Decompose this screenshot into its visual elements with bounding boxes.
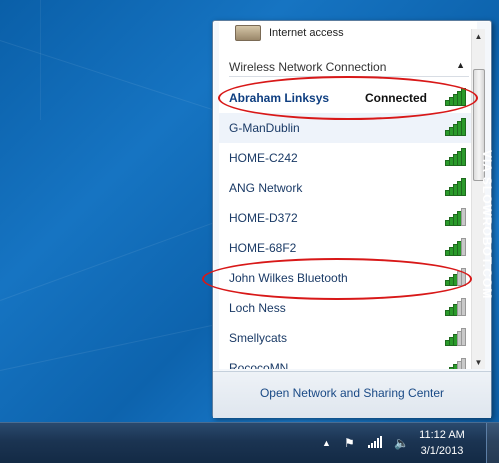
network-name: HOME-C242 <box>229 151 298 165</box>
scroll-down-arrow-icon[interactable]: ▼ <box>472 357 485 369</box>
show-hidden-icons-icon[interactable]: ▲ <box>322 438 331 448</box>
network-signal-icon[interactable] <box>368 436 382 451</box>
network-name: RococoMN <box>229 361 289 369</box>
collapse-caret-icon[interactable]: ▲ <box>456 60 465 70</box>
network-item[interactable]: Smellycats <box>219 323 477 353</box>
network-item[interactable]: ANG Network <box>219 173 477 203</box>
flyout-footer: Open Network and Sharing Center <box>213 371 491 418</box>
wireless-section-header[interactable]: Wireless Network Connection ▲ <box>219 57 477 77</box>
signal-strength-icon <box>445 118 467 136</box>
desktop-streak <box>40 0 41 120</box>
signal-strength-icon <box>445 208 467 226</box>
signal-strength-icon <box>445 148 467 166</box>
network-name: Smellycats <box>229 331 288 345</box>
show-desktop-button[interactable] <box>486 423 499 463</box>
internet-access-label: Internet access <box>269 27 344 39</box>
taskbar: ▲ ⚑ 🔈 11:12 AM 3/1/2013 <box>0 422 499 463</box>
annotation-circle-bluetooth <box>202 258 472 300</box>
internet-icon <box>235 25 261 41</box>
clock-date[interactable]: 3/1/2013 <box>412 445 472 457</box>
network-name: HOME-D372 <box>229 211 298 225</box>
network-name: G-ManDublin <box>229 121 300 135</box>
open-network-sharing-center-link[interactable]: Open Network and Sharing Center <box>213 386 491 400</box>
signal-strength-icon <box>445 238 467 256</box>
internet-access-row: Internet access <box>219 21 477 43</box>
clock-time[interactable]: 11:12 AM <box>412 429 472 441</box>
signal-strength-icon <box>445 328 467 346</box>
watermark: VIA SLOWROBOT.COM <box>480 150 494 300</box>
network-name: ANG Network <box>229 181 303 195</box>
network-name: Loch Ness <box>229 301 286 315</box>
desktop-streak <box>0 324 216 371</box>
volume-icon[interactable]: 🔈 <box>394 436 409 450</box>
scroll-up-arrow-icon[interactable]: ▲ <box>472 31 485 43</box>
signal-strength-icon <box>445 178 467 196</box>
signal-strength-icon <box>445 358 467 369</box>
section-title: Wireless Network Connection <box>229 60 387 74</box>
action-center-flag-icon[interactable]: ⚑ <box>344 436 355 450</box>
signal-strength-icon <box>445 298 467 316</box>
annotation-circle-connected <box>218 76 478 120</box>
network-item[interactable]: HOME-C242 <box>219 143 477 173</box>
network-item[interactable]: HOME-D372 <box>219 203 477 233</box>
network-name: HOME-68F2 <box>229 241 297 255</box>
network-item[interactable]: RococoMN <box>219 353 477 369</box>
network-list: Internet access Wireless Network Connect… <box>219 21 477 369</box>
desktop-streak <box>0 40 248 122</box>
desktop-streak <box>0 221 217 301</box>
